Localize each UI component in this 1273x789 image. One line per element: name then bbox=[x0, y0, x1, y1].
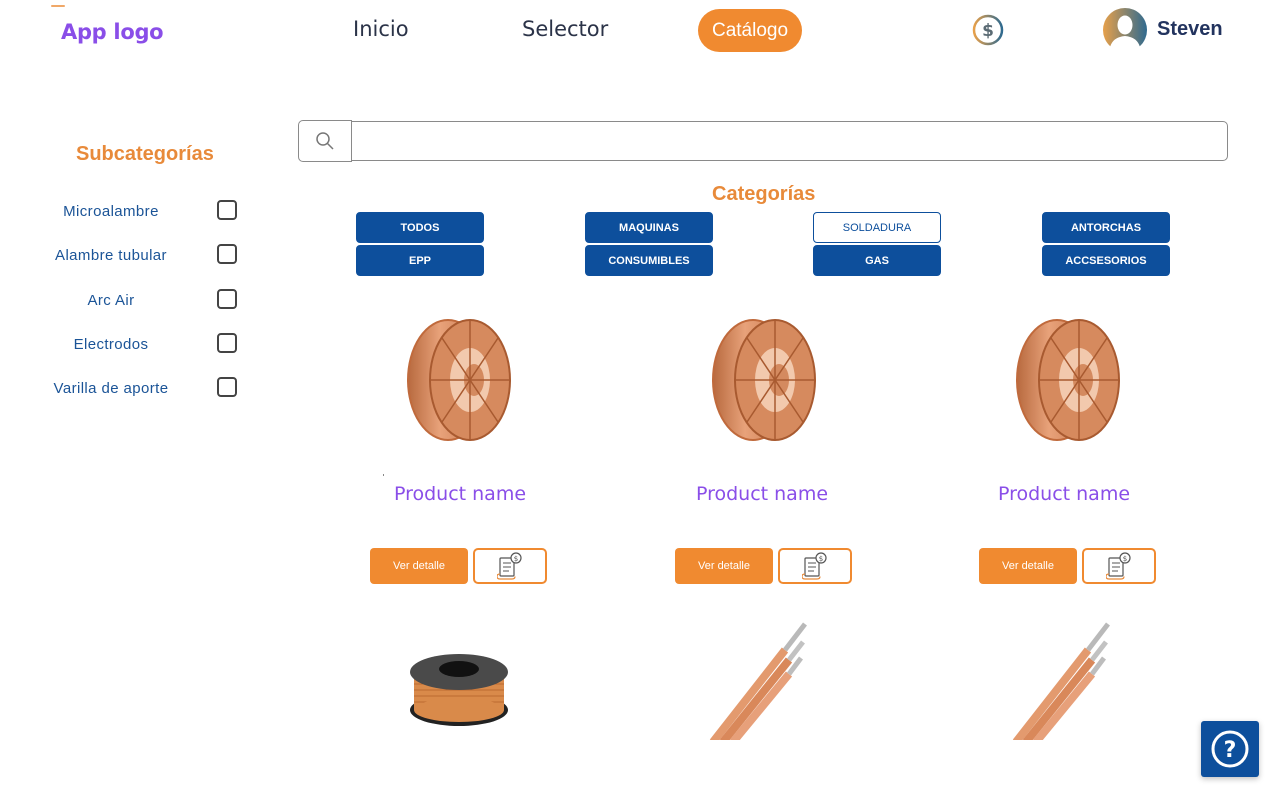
user-avatar-icon[interactable] bbox=[1102, 7, 1148, 53]
subcategory-label: Microalambre bbox=[63, 203, 159, 220]
subcategories-title: Subcategorías bbox=[76, 143, 214, 165]
product-name[interactable]: Product name bbox=[360, 483, 560, 505]
dollar-coin-icon[interactable]: $ bbox=[972, 14, 1004, 46]
category-antorchas[interactable]: ANTORCHAS bbox=[1042, 212, 1170, 243]
view-detail-button[interactable]: Ver detalle bbox=[675, 548, 773, 584]
product-name[interactable]: Product name bbox=[964, 483, 1164, 505]
svg-text:$: $ bbox=[982, 21, 994, 41]
categories-title: Categorías bbox=[712, 183, 816, 205]
subcategory-label: Alambre tubular bbox=[55, 247, 167, 264]
product-name[interactable]: Product name bbox=[662, 483, 862, 505]
subcategory-item: Varilla de aporte bbox=[40, 377, 252, 401]
help-button[interactable]: ? bbox=[1201, 721, 1259, 777]
nav-catalogo[interactable]: Catálogo bbox=[698, 9, 802, 52]
search-input[interactable] bbox=[351, 121, 1228, 161]
subcategory-checkbox[interactable] bbox=[217, 289, 237, 309]
quote-invoice-icon bbox=[497, 552, 522, 580]
product-image-wire-spool[interactable] bbox=[695, 310, 835, 450]
quote-button[interactable] bbox=[1082, 548, 1156, 584]
subcategory-label: Arc Air bbox=[87, 292, 135, 309]
subcategory-checkbox[interactable] bbox=[217, 244, 237, 264]
subcategory-label: Varilla de aporte bbox=[53, 380, 169, 397]
search-button[interactable] bbox=[298, 120, 352, 162]
quote-invoice-icon bbox=[1106, 552, 1131, 580]
category-accsesorios[interactable]: ACCSESORIOS bbox=[1042, 245, 1170, 276]
category-maquinas[interactable]: MAQUINAS bbox=[585, 212, 713, 243]
nav-inicio[interactable]: Inicio bbox=[353, 17, 409, 41]
subcategory-checkbox[interactable] bbox=[217, 377, 237, 397]
view-detail-button[interactable]: Ver detalle bbox=[979, 548, 1077, 584]
category-epp[interactable]: EPP bbox=[356, 245, 484, 276]
subcategory-label: Electrodos bbox=[73, 336, 149, 353]
subcategory-item: Arc Air bbox=[40, 289, 252, 313]
category-consumibles[interactable]: CONSUMIBLES bbox=[585, 245, 713, 276]
logo-mark bbox=[51, 5, 65, 7]
quote-button[interactable] bbox=[473, 548, 547, 584]
help-question-icon: ? bbox=[1211, 730, 1249, 768]
product-image-wire-spool[interactable] bbox=[390, 310, 530, 450]
subcategory-item: Microalambre bbox=[40, 200, 252, 224]
product-image-electrodes[interactable] bbox=[705, 620, 825, 745]
app-logo[interactable]: App logo bbox=[61, 20, 164, 44]
product-image-copper-coil[interactable] bbox=[400, 640, 520, 740]
category-todos[interactable]: TODOS bbox=[356, 212, 484, 243]
subcategory-item: Electrodos bbox=[40, 333, 252, 357]
category-soldadura[interactable]: SOLDADURA bbox=[813, 212, 941, 243]
quote-button[interactable] bbox=[778, 548, 852, 584]
product-image-wire-spool[interactable] bbox=[999, 310, 1139, 450]
search-icon bbox=[316, 132, 334, 150]
product-image-electrodes[interactable] bbox=[1008, 620, 1128, 745]
quote-invoice-icon bbox=[802, 552, 827, 580]
subcategory-checkbox[interactable] bbox=[217, 200, 237, 220]
view-detail-button[interactable]: Ver detalle bbox=[370, 548, 468, 584]
subcategory-item: Alambre tubular bbox=[40, 244, 252, 268]
svg-text:?: ? bbox=[1224, 738, 1237, 763]
stray-mark bbox=[383, 474, 384, 476]
user-name[interactable]: Steven bbox=[1157, 18, 1223, 41]
nav-selector[interactable]: Selector bbox=[522, 17, 608, 41]
category-gas[interactable]: GAS bbox=[813, 245, 941, 276]
subcategory-checkbox[interactable] bbox=[217, 333, 237, 353]
